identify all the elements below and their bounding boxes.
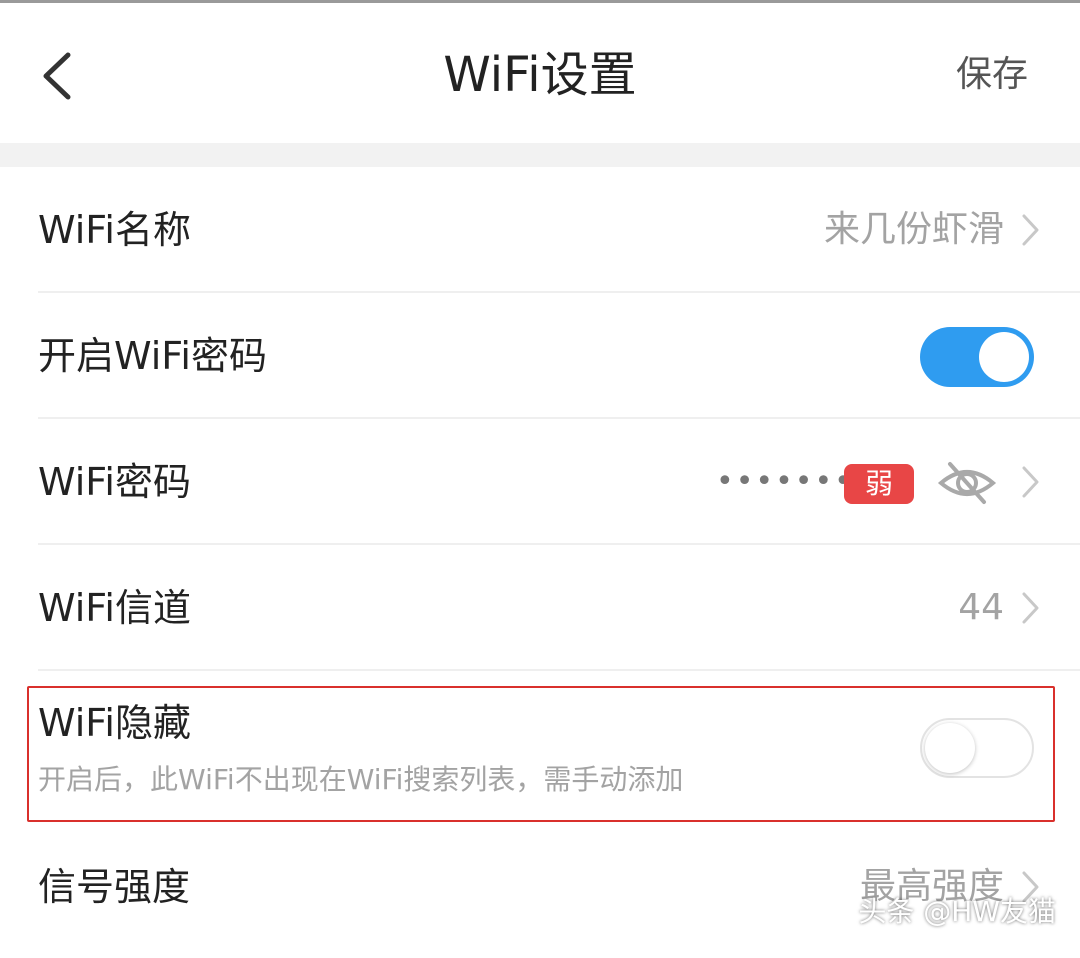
signal-strength-label: 信号强度 <box>38 865 191 909</box>
enable-password-toggle[interactable] <box>920 327 1034 387</box>
chevron-right-icon <box>1022 592 1039 624</box>
wifi-password-row[interactable]: WiFi密码 •••••••• 弱 <box>0 419 1080 545</box>
wifi-channel-value: 44 <box>958 587 1004 628</box>
chevron-right-icon <box>1022 214 1039 246</box>
watermark: 头条 @HW友猫 <box>858 895 1056 928</box>
wifi-channel-label: WiFi信道 <box>38 586 191 630</box>
wifi-password-label: WiFi密码 <box>38 460 191 504</box>
nav-header: WiFi设置 保存 <box>0 3 1080 143</box>
password-strength-badge: 弱 <box>844 464 914 504</box>
save-button[interactable]: 保存 <box>956 51 1028 99</box>
enable-password-label: 开启WiFi密码 <box>38 334 267 378</box>
toggle-knob <box>979 332 1029 382</box>
page-title: WiFi设置 <box>443 47 637 103</box>
section-divider <box>0 143 1080 167</box>
wifi-name-value: 来几份虾滑 <box>823 209 1004 250</box>
wifi-name-row[interactable]: WiFi名称 来几份虾滑 <box>0 167 1080 293</box>
highlight-box <box>27 686 1055 822</box>
chevron-right-icon <box>1022 466 1039 498</box>
wifi-name-label: WiFi名称 <box>38 208 191 252</box>
wifi-channel-row[interactable]: WiFi信道 44 <box>0 545 1080 671</box>
enable-password-row: 开启WiFi密码 <box>0 293 1080 419</box>
eye-hidden-icon[interactable] <box>936 458 998 508</box>
row-separator <box>38 669 1080 671</box>
